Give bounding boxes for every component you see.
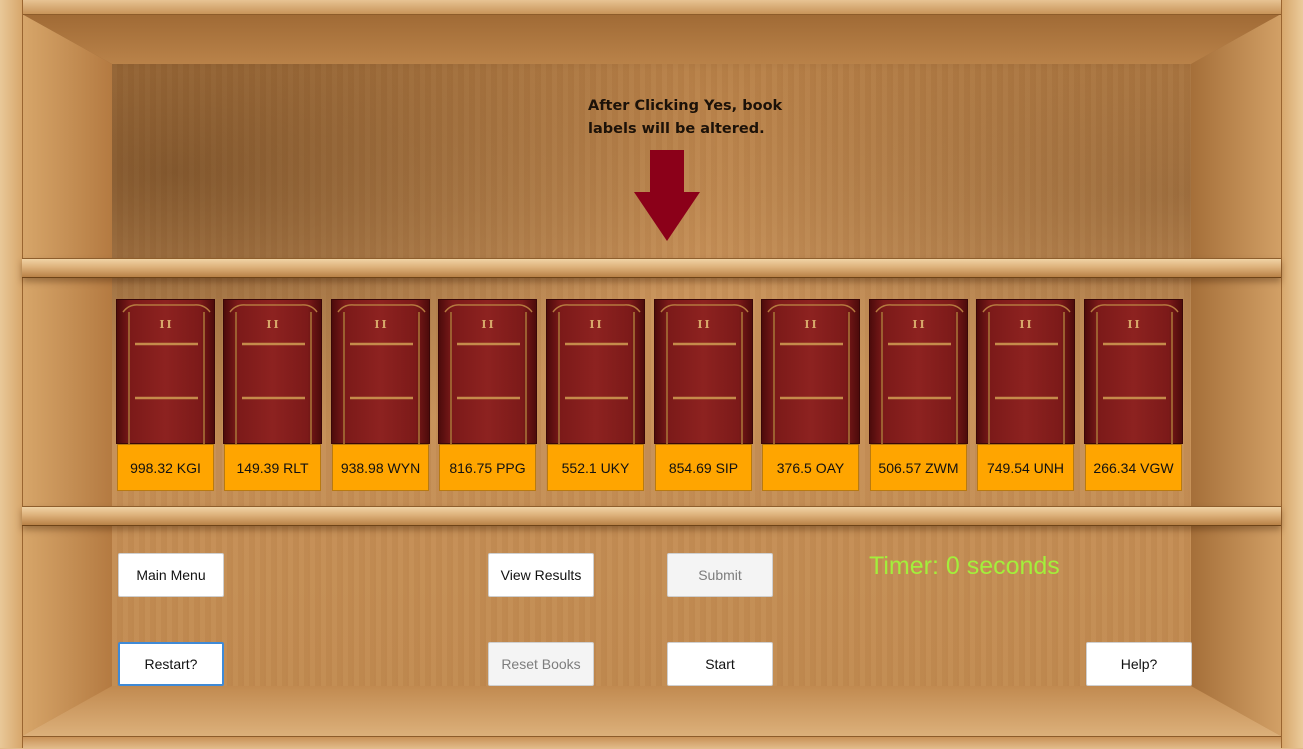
book-cover: II (546, 299, 645, 445)
book-label: 552.1 UKY (547, 444, 644, 491)
start-button[interactable]: Start (667, 642, 773, 686)
book-label: 506.57 ZWM (870, 444, 967, 491)
timer-display: Timer: 0 seconds (869, 552, 1060, 580)
book-numeral: II (1019, 318, 1034, 331)
bookcase-frame-bottom (0, 736, 1303, 749)
book-numeral: II (589, 318, 604, 331)
book[interactable]: II 149.39 RLT (223, 299, 322, 493)
book[interactable]: II 376.5 OAY (761, 299, 860, 493)
book-numeral: II (912, 318, 927, 331)
book[interactable]: II 938.98 WYN (331, 299, 430, 493)
book-cover: II (976, 299, 1075, 445)
book-label: 854.69 SIP (655, 444, 752, 491)
help-button[interactable]: Help? (1086, 642, 1192, 686)
book-cover: II (438, 299, 537, 445)
book[interactable]: II 816.75 PPG (438, 299, 537, 493)
book-numeral: II (697, 318, 712, 331)
bookcase-right-side (1191, 14, 1281, 736)
book-label: 376.5 OAY (762, 444, 859, 491)
book[interactable]: II 266.34 VGW (1084, 299, 1183, 493)
book-numeral: II (159, 318, 174, 331)
book-label: 998.32 KGI (117, 444, 214, 491)
book[interactable]: II 854.69 SIP (654, 299, 753, 493)
hint-text: After Clicking Yes, book labels will be … (588, 95, 788, 141)
book-numeral: II (374, 318, 389, 331)
submit-button[interactable]: Submit (667, 553, 773, 597)
bookcase-frame-left (0, 0, 23, 748)
reset-books-button[interactable]: Reset Books (488, 642, 594, 686)
view-results-button[interactable]: View Results (488, 553, 594, 597)
book[interactable]: II 506.57 ZWM (869, 299, 968, 493)
book[interactable]: II 998.32 KGI (116, 299, 215, 493)
book-label: 749.54 UNH (977, 444, 1074, 491)
book[interactable]: II 749.54 UNH (976, 299, 1075, 493)
book-numeral: II (266, 318, 281, 331)
book-numeral: II (804, 318, 819, 331)
book-cover: II (223, 299, 322, 445)
hint-line-1: After Clicking Yes, book (588, 98, 783, 114)
book-numeral: II (1127, 318, 1142, 331)
book-numeral: II (481, 318, 496, 331)
book-cover: II (116, 299, 215, 445)
book-cover: II (654, 299, 753, 445)
book-cover: II (761, 299, 860, 445)
book-cover: II (331, 299, 430, 445)
book-label: 266.34 VGW (1085, 444, 1182, 491)
hint-line-2: labels will be altered. (588, 121, 765, 137)
book[interactable]: II 552.1 UKY (546, 299, 645, 493)
book-label: 938.98 WYN (332, 444, 429, 491)
down-arrow-icon (634, 150, 700, 241)
restart-button[interactable]: Restart? (118, 642, 224, 686)
bookcase-left-side (22, 14, 112, 736)
book-cover: II (1084, 299, 1183, 445)
lower-shelf (22, 506, 1281, 526)
bookcase-bottom-inner (22, 686, 1281, 736)
bookcase-frame-right (1281, 0, 1303, 748)
book-cover: II (869, 299, 968, 445)
book-label: 816.75 PPG (439, 444, 536, 491)
bookcase-top-inner (22, 14, 1281, 64)
main-menu-button[interactable]: Main Menu (118, 553, 224, 597)
bookcase-frame-top (0, 0, 1303, 15)
upper-shelf (22, 258, 1281, 278)
book-label: 149.39 RLT (224, 444, 321, 491)
